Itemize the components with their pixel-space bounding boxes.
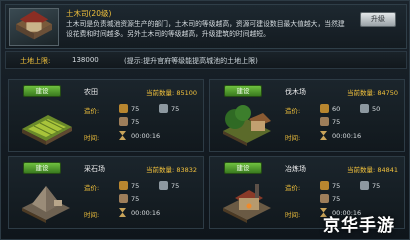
building-name: 冶炼场 [285, 165, 306, 173]
cost-label: 造价: [84, 107, 100, 115]
hourglass-icon [320, 131, 327, 140]
build-time: 00:00:16 [332, 132, 362, 140]
wood-cost: 75 [332, 182, 341, 190]
farm-image [14, 99, 78, 147]
building-name: 伐木场 [285, 88, 306, 96]
cost-label: 造价: [285, 107, 301, 115]
cost-label: 造价: [285, 184, 301, 192]
building-count: 当前数量: 85100 [146, 89, 197, 97]
wood-icon [320, 104, 329, 113]
site-watermark: 京华手游 [323, 216, 395, 236]
department-building-image [9, 8, 59, 46]
hourglass-icon [119, 131, 126, 140]
wood-cost: 75 [131, 182, 140, 190]
land-limit-value: 138000 [72, 56, 99, 64]
iron-cost: 75 [372, 182, 381, 190]
wood-cost: 60 [332, 105, 341, 113]
time-label: 时间: [285, 134, 301, 142]
time-label: 时间: [84, 134, 100, 142]
build-button[interactable]: 建设 [224, 85, 262, 97]
lumber-mill-image [215, 99, 279, 147]
construction-panel: 土木司(20级) 土木司是负责城池资源生产的部门，土木司的等级越高，资源可建设数… [0, 0, 410, 240]
hourglass-icon [119, 208, 126, 217]
cost-label: 造价: [84, 184, 100, 192]
smelter-image [215, 176, 279, 224]
building-count: 当前数量: 84750 [347, 89, 398, 97]
stone-icon [119, 117, 128, 126]
time-label: 时间: [285, 211, 301, 219]
stone-icon [320, 117, 329, 126]
iron-cost: 50 [372, 105, 381, 113]
iron-icon [360, 181, 369, 190]
building-name: 农田 [84, 88, 98, 96]
building-count: 当前数量: 84841 [347, 166, 398, 174]
stone-icon [320, 194, 329, 203]
time-label: 时间: [84, 211, 100, 219]
building-count: 当前数量: 83832 [146, 166, 197, 174]
stone-cost: 75 [332, 118, 341, 126]
department-header: 土木司(20级) 土木司是负责城池资源生产的部门，土木司的等级越高，资源可建设数… [5, 4, 407, 49]
stone-cost: 75 [131, 195, 140, 203]
build-time: 00:00:16 [131, 132, 161, 140]
stone-cost: 75 [332, 195, 341, 203]
iron-cost: 75 [171, 182, 180, 190]
iron-icon [159, 104, 168, 113]
wood-cost: 75 [131, 105, 140, 113]
land-limit-bar: 土地上限: 138000 (提示:提升官府等级能提高城池的土地上限) [5, 51, 407, 69]
wood-icon [320, 181, 329, 190]
wood-icon [119, 104, 128, 113]
wood-icon [119, 181, 128, 190]
build-button[interactable]: 建设 [23, 162, 61, 174]
building-card-lumber-mill: 建设 伐木场 当前数量: 84750 造价: 60 50 75 时间: 00:0… [209, 79, 405, 152]
stone-cost: 75 [131, 118, 140, 126]
build-button[interactable]: 建设 [23, 85, 61, 97]
quarry-image [14, 176, 78, 224]
building-card-farm: 建设 农田 当前数量: 85100 造价: 75 75 75 时间: 00:00… [8, 79, 204, 152]
iron-cost: 75 [171, 105, 180, 113]
land-limit-hint: (提示:提升官府等级能提高城池的土地上限) [124, 57, 258, 65]
build-button[interactable]: 建设 [224, 162, 262, 174]
iron-icon [159, 181, 168, 190]
stone-icon [119, 194, 128, 203]
land-limit-label: 土地上限: [20, 57, 51, 65]
building-card-quarry: 建设 采石场 当前数量: 83832 造价: 75 75 75 时间: 00:0… [8, 156, 204, 229]
build-time: 00:00:16 [131, 209, 161, 217]
building-name: 采石场 [84, 165, 105, 173]
department-title: 土木司(20级) [66, 9, 112, 18]
iron-icon [360, 104, 369, 113]
department-description: 土木司是负责城池资源生产的部门，土木司的等级越高，资源可建设数目最大值越大，当然… [66, 20, 345, 38]
upgrade-button[interactable]: 升级 [360, 12, 396, 27]
